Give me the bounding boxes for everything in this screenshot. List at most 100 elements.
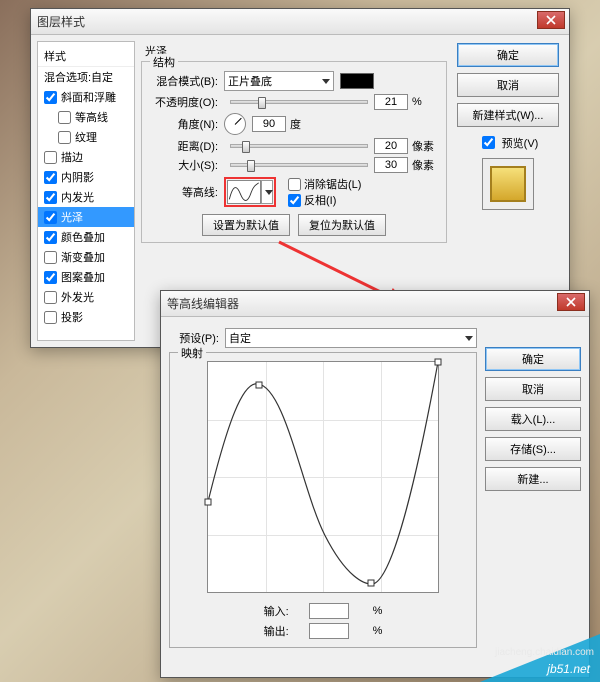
curve-anchor[interactable] <box>255 382 262 389</box>
contour-save-button[interactable]: 存储(S)... <box>485 437 581 461</box>
invert-checkbox[interactable]: 反相(I) <box>288 192 361 208</box>
close-icon <box>566 297 576 307</box>
input-value[interactable] <box>309 603 349 619</box>
preset-select[interactable]: 自定 <box>225 328 477 348</box>
close-icon <box>546 15 556 25</box>
style-item-3[interactable]: 描边 <box>38 147 134 167</box>
make-default-button[interactable]: 设置为默认值 <box>202 214 290 236</box>
curve-anchor[interactable] <box>368 579 375 586</box>
preset-label: 预设(P): <box>169 330 219 346</box>
distance-slider[interactable] <box>230 144 368 148</box>
style-item-checkbox[interactable] <box>58 131 71 144</box>
angle-input[interactable]: 90 <box>252 116 286 132</box>
size-slider[interactable] <box>230 163 368 167</box>
style-item-checkbox[interactable] <box>44 271 57 284</box>
panel-section-title: 光泽 <box>145 43 447 59</box>
style-item-checkbox[interactable] <box>44 251 57 264</box>
distance-label: 距离(D): <box>150 138 218 154</box>
contour-curve-canvas[interactable] <box>207 361 439 593</box>
style-item-8[interactable]: 渐变叠加 <box>38 247 134 267</box>
angle-label: 角度(N): <box>150 116 218 132</box>
style-item-checkbox[interactable] <box>58 111 71 124</box>
new-style-button[interactable]: 新建样式(W)... <box>457 103 559 127</box>
mapping-group: 映射 <box>169 352 477 648</box>
style-item-checkbox[interactable] <box>44 91 57 104</box>
style-item-label: 渐变叠加 <box>61 249 105 265</box>
size-input[interactable]: 30 <box>374 157 408 173</box>
style-item-label: 外发光 <box>61 289 94 305</box>
contour-titlebar[interactable]: 等高线编辑器 <box>161 291 589 317</box>
preview-checkbox[interactable]: 预览(V) <box>478 133 539 152</box>
contour-ok-button[interactable]: 确定 <box>485 347 581 371</box>
reset-default-button[interactable]: 复位为默认值 <box>298 214 386 236</box>
style-item-1[interactable]: 等高线 <box>38 107 134 127</box>
blend-color-swatch[interactable] <box>340 73 374 89</box>
contour-picker[interactable] <box>227 180 261 204</box>
style-item-label: 内阴影 <box>61 169 94 185</box>
style-item-6[interactable]: 光泽 <box>38 207 134 227</box>
curve-anchor[interactable] <box>205 499 212 506</box>
layer-style-close-button[interactable] <box>537 11 565 29</box>
style-item-label: 图案叠加 <box>61 269 105 285</box>
contour-dropdown[interactable] <box>261 180 273 204</box>
mapping-title: 映射 <box>178 345 206 361</box>
input-label: 输入: <box>264 603 289 619</box>
ok-button[interactable]: 确定 <box>457 43 559 67</box>
style-item-0[interactable]: 斜面和浮雕 <box>38 87 134 107</box>
style-item-4[interactable]: 内阴影 <box>38 167 134 187</box>
contour-close-button[interactable] <box>557 293 585 311</box>
style-item-checkbox[interactable] <box>44 191 57 204</box>
opacity-slider[interactable] <box>230 100 368 104</box>
curve-path-icon <box>208 362 438 592</box>
contour-editor-window: 等高线编辑器 预设(P): 自定 映射 <box>160 290 590 678</box>
style-item-checkbox[interactable] <box>44 311 57 324</box>
opacity-unit: % <box>412 96 438 108</box>
watermark: jiacheng.chaidian.com jb51.net <box>420 632 600 682</box>
output-value[interactable] <box>309 623 349 639</box>
layer-style-title: 图层样式 <box>37 13 85 30</box>
contour-new-button[interactable]: 新建... <box>485 467 581 491</box>
chevron-down-icon <box>465 336 473 341</box>
blend-options-item[interactable]: 混合选项:自定 <box>38 67 134 87</box>
opacity-input[interactable]: 21 <box>374 94 408 110</box>
style-item-label: 内发光 <box>61 189 94 205</box>
contour-curve-icon <box>228 181 260 203</box>
contour-title: 等高线编辑器 <box>167 295 239 312</box>
contour-highlight <box>224 177 276 207</box>
output-unit: % <box>373 625 383 637</box>
style-item-checkbox[interactable] <box>44 151 57 164</box>
style-item-9[interactable]: 图案叠加 <box>38 267 134 287</box>
structure-title: 结构 <box>150 54 178 70</box>
style-item-label: 纹理 <box>75 129 97 145</box>
style-item-11[interactable]: 投影 <box>38 307 134 327</box>
blend-mode-select[interactable]: 正片叠底 <box>224 71 334 91</box>
style-item-checkbox[interactable] <box>44 231 57 244</box>
antialias-checkbox[interactable]: 消除锯齿(L) <box>288 176 361 192</box>
style-item-checkbox[interactable] <box>44 211 57 224</box>
styles-list: 样式 混合选项:自定 斜面和浮雕等高线纹理描边内阴影内发光光泽颜色叠加渐变叠加图… <box>37 41 135 341</box>
angle-dial[interactable] <box>224 113 246 135</box>
style-item-10[interactable]: 外发光 <box>38 287 134 307</box>
style-item-2[interactable]: 纹理 <box>38 127 134 147</box>
distance-unit: 像素 <box>412 138 438 154</box>
opacity-label: 不透明度(O): <box>150 94 218 110</box>
chevron-down-icon <box>265 190 273 195</box>
preview-thumbnail <box>482 158 534 210</box>
layer-style-titlebar[interactable]: 图层样式 <box>31 9 569 35</box>
style-item-label: 斜面和浮雕 <box>61 89 116 105</box>
input-unit: % <box>373 605 383 617</box>
size-unit: 像素 <box>412 157 438 173</box>
contour-cancel-button[interactable]: 取消 <box>485 377 581 401</box>
style-item-label: 投影 <box>61 309 83 325</box>
contour-load-button[interactable]: 载入(L)... <box>485 407 581 431</box>
style-item-checkbox[interactable] <box>44 171 57 184</box>
size-label: 大小(S): <box>150 157 218 173</box>
style-item-5[interactable]: 内发光 <box>38 187 134 207</box>
distance-input[interactable]: 20 <box>374 138 408 154</box>
contour-label: 等高线: <box>150 184 218 200</box>
curve-anchor[interactable] <box>435 359 442 366</box>
cancel-button[interactable]: 取消 <box>457 73 559 97</box>
style-item-label: 描边 <box>61 149 83 165</box>
style-item-checkbox[interactable] <box>44 291 57 304</box>
style-item-7[interactable]: 颜色叠加 <box>38 227 134 247</box>
